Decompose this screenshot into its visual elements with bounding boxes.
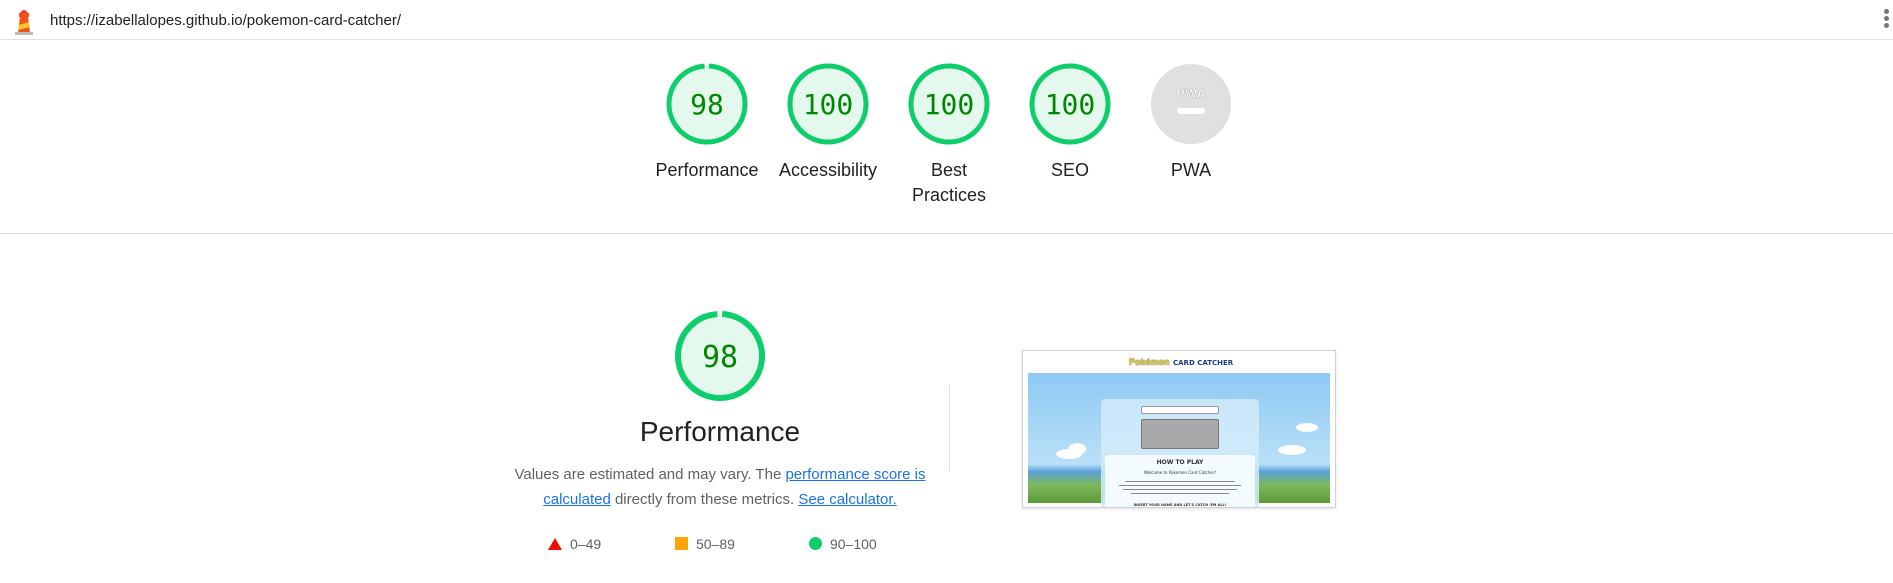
score-legend: 0–49 50–89 90–100 <box>548 536 908 556</box>
thumbnail-card-button <box>1141 419 1219 449</box>
gauge-label: PWA <box>1170 160 1212 180</box>
thumbnail-footer: INSERT YOUR NAME AND LET'S CATCH 'EM ALL… <box>1133 503 1227 507</box>
gauge-ring: 100 <box>787 63 869 145</box>
more-options-icon[interactable] <box>1881 9 1893 33</box>
triangle-icon <box>548 538 562 550</box>
legend-average: 50–89 <box>675 536 735 552</box>
gauge-accessibility[interactable]: 100 Accessibility <box>773 62 883 183</box>
circle-icon <box>809 537 822 550</box>
category-summary: 98 Performance 100 Accessibility 100 Bes… <box>0 40 1893 234</box>
thumbnail-instructions: HOW TO PLAY Welcome to Pokemon Card Catc… <box>1105 455 1255 507</box>
legend-range: 50–89 <box>696 536 735 552</box>
legend-pass: 90–100 <box>809 536 877 552</box>
report-url[interactable]: https://izabellalopes.github.io/pokemon-… <box>50 12 401 29</box>
performance-title: Performance <box>639 416 801 447</box>
gauge-label: SEO <box>1050 160 1089 180</box>
section-divider <box>949 385 950 471</box>
gauge-score: 100 <box>924 88 975 121</box>
legend-range: 90–100 <box>830 536 877 552</box>
gauge-label: Performance <box>655 160 759 180</box>
gauge-score: 100 <box>803 88 854 121</box>
performance-score: 98 <box>702 340 738 375</box>
page-screenshot-thumbnail[interactable]: Pokémon CARD CATCHER HOW TO PLAY Welcome… <box>1022 350 1336 508</box>
gauge-score: 98 <box>690 88 724 121</box>
performance-section: 98 Performance Values are estimated and … <box>505 310 935 512</box>
thumbnail-title: CARD CATCHER <box>1173 359 1234 367</box>
gauge-ring: 100 <box>1029 63 1111 145</box>
svg-text:PWA: PWA <box>1176 86 1206 101</box>
top-bar: https://izabellalopes.github.io/pokemon-… <box>0 0 1893 40</box>
pwa-badge-icon: PWA <box>1151 64 1231 144</box>
gauge-pwa[interactable]: PWA PWA <box>1136 62 1246 183</box>
legend-range: 0–49 <box>570 536 602 552</box>
performance-gauge: 98 <box>675 311 765 401</box>
description-text: directly from these metrics. <box>610 491 799 508</box>
legend-fail: 0–49 <box>548 536 601 552</box>
thumbnail-brand: Pokémon <box>1129 357 1170 367</box>
gauge-label: Best Practices <box>911 160 987 205</box>
gauge-best-practices[interactable]: 100 Best Practices <box>894 62 1004 208</box>
thumbnail-name-input <box>1141 406 1219 414</box>
thumbnail-header: Pokémon CARD CATCHER <box>1023 355 1335 371</box>
gauge-score: 100 <box>1045 88 1096 121</box>
thumbnail-welcome: Welcome to Pokemon Card Catcher! <box>1143 470 1217 475</box>
gauge-ring: 100 <box>908 63 990 145</box>
gauge-ring: 98 <box>666 63 748 145</box>
square-icon <box>675 537 688 550</box>
lighthouse-icon <box>15 10 33 35</box>
thumbnail-background: HOW TO PLAY Welcome to Pokemon Card Catc… <box>1028 373 1330 507</box>
thumbnail-panel: HOW TO PLAY Welcome to Pokemon Card Catc… <box>1101 399 1259 507</box>
gauge-label: Accessibility <box>778 160 878 180</box>
description-text: Values are estimated and may vary. The <box>514 466 786 483</box>
performance-description: Values are estimated and may vary. The p… <box>505 462 935 512</box>
gauge-seo[interactable]: 100 SEO <box>1015 62 1125 183</box>
see-calculator-link[interactable]: See calculator. <box>798 491 896 508</box>
gauge-performance[interactable]: 98 Performance <box>652 62 762 183</box>
thumbnail-how-to-play: HOW TO PLAY <box>1156 459 1204 466</box>
